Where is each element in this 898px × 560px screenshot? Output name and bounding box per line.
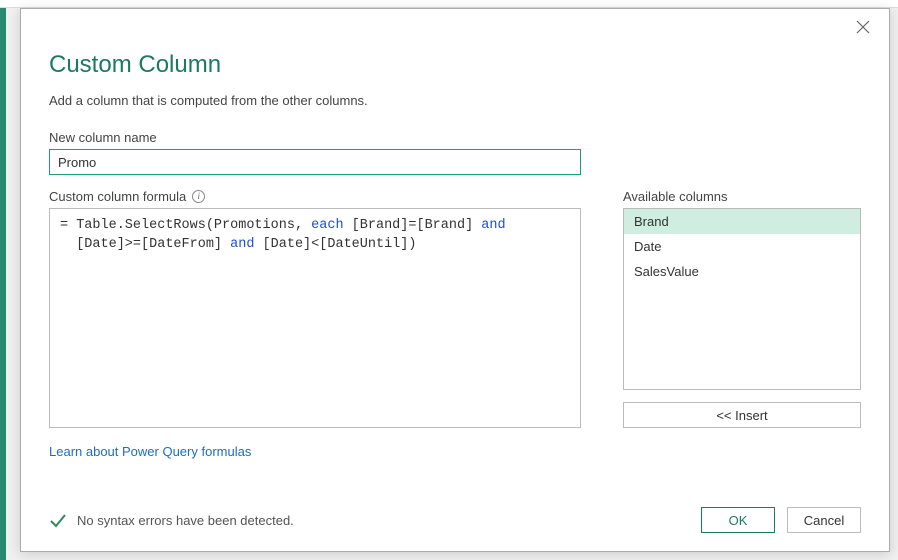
status-message: No syntax errors have been detected. (77, 513, 294, 528)
dialog-subtitle: Add a column that is computed from the o… (49, 93, 861, 108)
background-header-stub (0, 0, 898, 8)
close-button[interactable] (855, 19, 875, 39)
available-column-item[interactable]: Date (624, 234, 860, 259)
new-column-name-input[interactable] (49, 149, 581, 175)
available-column-item[interactable]: SalesValue (624, 259, 860, 284)
learn-link[interactable]: Learn about Power Query formulas (49, 444, 251, 459)
app-accent-bar (0, 0, 6, 560)
available-columns-label: Available columns (623, 189, 861, 204)
formula-input[interactable]: = Table.SelectRows(Promotions, each [Bra… (49, 208, 581, 428)
close-icon (855, 23, 871, 38)
available-column-item[interactable]: Brand (624, 209, 860, 234)
insert-button[interactable]: << Insert (623, 402, 861, 428)
checkmark-icon (49, 511, 67, 529)
custom-column-dialog: Custom Column Add a column that is compu… (20, 8, 890, 552)
new-column-name-label: New column name (49, 130, 861, 145)
cancel-button[interactable]: Cancel (787, 507, 861, 533)
formula-label: Custom column formula (49, 189, 186, 204)
available-columns-list[interactable]: BrandDateSalesValue (623, 208, 861, 390)
ok-button[interactable]: OK (701, 507, 775, 533)
status-row: No syntax errors have been detected. (49, 511, 294, 529)
dialog-title: Custom Column (49, 51, 861, 79)
info-icon[interactable]: i (192, 190, 205, 203)
